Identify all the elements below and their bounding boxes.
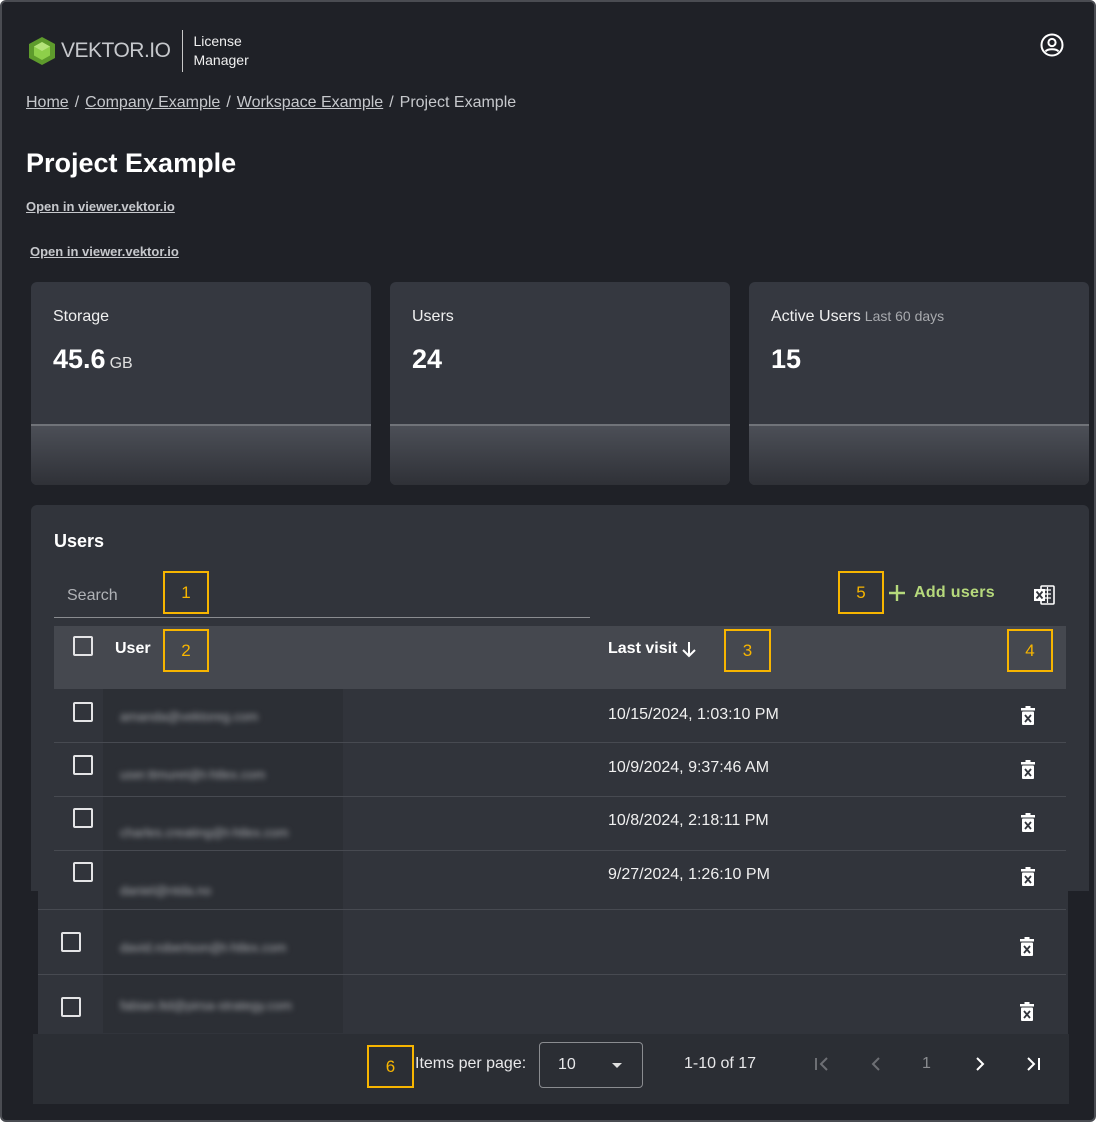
annotation-marker: 6 — [367, 1045, 414, 1088]
annotation-marker: 2 — [163, 629, 209, 672]
previous-page-icon[interactable] — [866, 1054, 886, 1074]
stat-card-storage: Storage 45.6 GB — [31, 282, 371, 485]
row-checkbox[interactable] — [61, 997, 81, 1017]
current-page-number[interactable]: 1 — [922, 1055, 931, 1073]
stat-card-users: Users 24 — [390, 282, 730, 485]
stat-value-number: 45.6 — [53, 344, 106, 374]
open-in-viewer-link[interactable]: Open in viewer.vektor.io — [26, 199, 175, 214]
user-email[interactable]: charles.creating@t-htlex.com — [120, 825, 289, 840]
user-email[interactable]: user.ttmuret@t-htlex.com — [120, 767, 265, 782]
stat-label: Storage — [53, 308, 109, 326]
email-redaction — [103, 797, 343, 850]
app-window: VEKTOR.IO License Manager Home / Company E… — [0, 0, 1096, 1122]
breadcrumb-workspace[interactable]: Workspace Example — [237, 94, 383, 111]
annotation-marker: 3 — [724, 629, 771, 672]
delete-icon[interactable] — [1020, 760, 1036, 780]
logo[interactable]: VEKTOR.IO License Manager — [28, 30, 249, 72]
logo-divider — [182, 30, 184, 72]
stat-sublabel: Last 60 days — [864, 308, 945, 324]
last-visit-value: 10/9/2024, 9:37:46 AM — [608, 759, 770, 776]
pagination-range: 1-10 of 17 — [684, 1055, 757, 1072]
items-per-page-select[interactable]: 10 — [539, 1042, 643, 1088]
breadcrumb-company[interactable]: Company Example — [85, 94, 220, 111]
stat-unit: GB — [109, 355, 133, 372]
app-name: License Manager — [193, 32, 248, 70]
stat-value: 24 — [412, 344, 442, 375]
stat-card-active-users: Active Users Last 60 days 15 — [749, 282, 1089, 485]
user-email[interactable]: amanda@vektoreg.com — [120, 709, 258, 724]
delete-icon[interactable] — [1020, 867, 1036, 887]
last-visit-value: 9/27/2024, 1:26:10 PM — [608, 866, 770, 883]
stat-value-number: 15 — [771, 344, 802, 374]
stat-value: 45.6 GB — [53, 344, 133, 375]
annotation-marker: 4 — [1007, 629, 1053, 672]
caret-down-icon — [612, 1063, 622, 1068]
stat-label: Users — [412, 308, 454, 326]
account-circle-icon[interactable] — [1040, 33, 1064, 57]
column-header-user[interactable]: User — [115, 640, 151, 658]
user-email[interactable]: fabian.ltd@pirsa-strategy.com — [120, 998, 292, 1013]
items-per-page-label: Items per page: — [415, 1055, 527, 1072]
column-header-last-visit[interactable]: Last visit — [608, 640, 697, 658]
row-checkbox[interactable] — [73, 702, 93, 722]
users-section-title: Users — [54, 531, 105, 551]
breadcrumb-separator: / — [226, 94, 231, 111]
stat-card-footer — [31, 424, 371, 485]
stat-label-text: Storage — [53, 308, 110, 325]
app-name-line1: License — [193, 33, 242, 49]
last-page-icon[interactable] — [1023, 1054, 1043, 1074]
breadcrumb-separator: / — [389, 94, 394, 111]
breadcrumb-home[interactable]: Home — [26, 94, 69, 111]
search-input[interactable] — [54, 574, 590, 618]
select-all-checkbox[interactable] — [73, 636, 93, 656]
stat-label-text: Users — [412, 308, 454, 325]
delete-icon[interactable] — [1019, 1002, 1035, 1022]
app-name-line2: Manager — [193, 52, 249, 68]
page-title: Project Example — [26, 148, 237, 178]
row-checkbox[interactable] — [73, 862, 93, 882]
plus-icon — [889, 585, 905, 601]
stat-value-number: 24 — [412, 344, 443, 374]
next-page-icon[interactable] — [970, 1054, 990, 1074]
stat-card-footer — [390, 424, 730, 485]
add-users-button[interactable]: Add users — [886, 582, 995, 604]
row-checkbox[interactable] — [73, 808, 93, 828]
stat-card-footer — [749, 424, 1089, 485]
breadcrumb-separator: / — [74, 94, 80, 111]
row-checkbox[interactable] — [73, 755, 93, 775]
last-visit-value: 10/15/2024, 1:03:10 PM — [608, 706, 779, 723]
annotation-marker: 5 — [838, 571, 884, 614]
first-page-icon[interactable] — [812, 1054, 832, 1074]
breadcrumb-current: Project Example — [399, 94, 517, 111]
stat-label-text: Active Users — [771, 308, 861, 325]
add-users-label: Add users — [914, 584, 995, 601]
breadcrumb: Home / Company Example / Workspace Example / P… — [26, 94, 516, 112]
user-email[interactable]: david.robertson@t-htlex.com — [120, 940, 286, 955]
vektor-logo-icon — [29, 37, 55, 65]
email-redaction — [103, 851, 343, 909]
delete-icon[interactable] — [1020, 813, 1036, 833]
column-header-last-visit-label: Last visit — [608, 640, 678, 657]
delete-icon[interactable] — [1019, 937, 1035, 957]
row-checkbox[interactable] — [61, 932, 81, 952]
stat-label: Active Users Last 60 days — [771, 308, 944, 326]
last-visit-value: 10/8/2024, 2:18:11 PM — [608, 812, 769, 829]
delete-icon[interactable] — [1020, 706, 1036, 726]
excel-export-icon[interactable] — [1033, 584, 1055, 606]
logo-text: VEKTOR.IO — [61, 39, 171, 62]
stat-value: 15 — [771, 344, 801, 375]
annotation-marker: 1 — [163, 571, 209, 614]
open-in-viewer-link[interactable]: Open in viewer.vektor.io — [30, 244, 179, 259]
items-per-page-value: 10 — [558, 1056, 576, 1073]
user-email[interactable]: daniel@ntda.no — [120, 883, 211, 898]
arrow-down-icon — [682, 642, 697, 658]
